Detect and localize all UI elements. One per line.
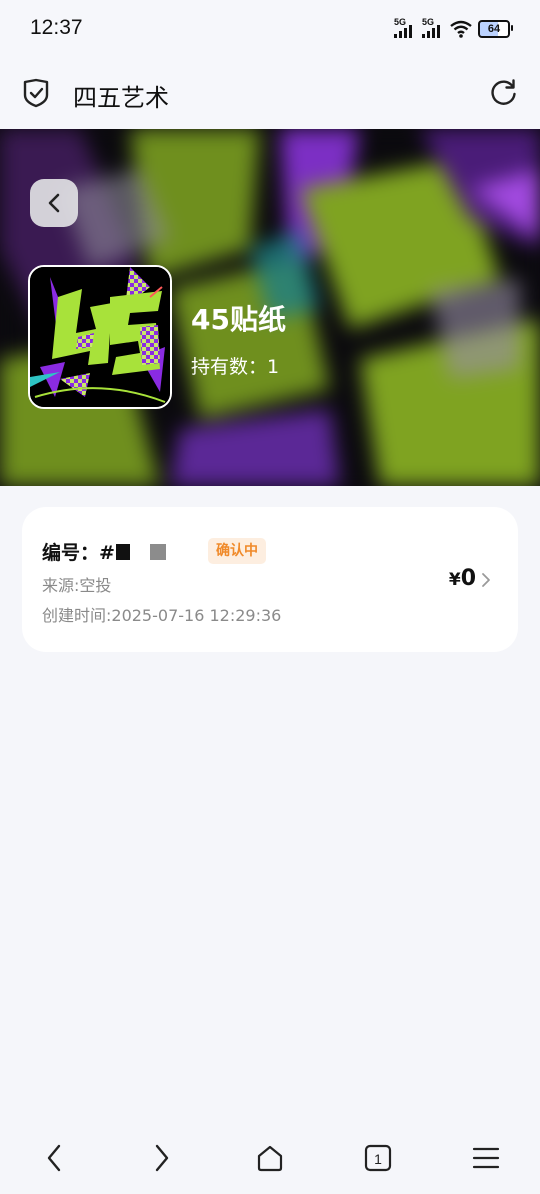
menu-icon [472, 1147, 500, 1169]
status-bar: 12:37 5G 5G 64 [0, 0, 540, 58]
record-price: ¥0 [449, 566, 476, 591]
chevron-right-icon [482, 573, 490, 587]
nav-home-button[interactable] [250, 1138, 290, 1178]
serial-label: 编号：# [42, 542, 115, 564]
serial-number: 编号：# [42, 538, 166, 565]
record-created-time: 创建时间:2025-07-16 12:29:36 [42, 606, 282, 625]
sticker-45-image [30, 267, 170, 407]
holdings-count: 持有数：1 [191, 356, 280, 378]
status-time: 12:37 [30, 16, 83, 39]
nav-tabs-button[interactable]: 1 [358, 1138, 398, 1178]
nav-forward-button[interactable] [142, 1138, 182, 1178]
hero-banner: 45贴纸 持有数：1 [0, 129, 540, 486]
chevron-left-icon [48, 193, 60, 213]
item-thumbnail [28, 265, 172, 409]
redacted-serial [149, 543, 166, 560]
redacted-serial [115, 543, 130, 560]
signal-icon: 5G [394, 18, 416, 40]
chevron-left-icon [47, 1144, 61, 1172]
status-icons: 5G 5G 64 [394, 18, 513, 40]
refresh-icon[interactable] [490, 78, 518, 106]
price-value: 0 [460, 566, 476, 591]
browser-bottom-nav: 1 [0, 1126, 540, 1194]
site-title: 四五艺术 [73, 84, 169, 112]
nav-menu-button[interactable] [466, 1138, 506, 1178]
tab-count: 1 [374, 1151, 382, 1167]
nav-back-button[interactable] [34, 1138, 74, 1178]
battery-icon: 64 [478, 20, 513, 38]
browser-header: 四五艺术 [0, 58, 540, 129]
chevron-right-icon [155, 1144, 169, 1172]
wifi-icon [450, 20, 472, 38]
status-badge: 确认中 [208, 538, 266, 564]
tabs-icon: 1 [364, 1144, 392, 1172]
price-currency: ¥ [448, 570, 461, 590]
item-name: 45贴纸 [191, 303, 286, 336]
home-icon [257, 1145, 283, 1172]
record-card[interactable]: 编号：# 确认中 来源:空投 创建时间:2025-07-16 12:29:36 … [22, 507, 518, 652]
shield-check-icon[interactable] [22, 78, 50, 108]
record-source: 来源:空投 [42, 576, 112, 595]
back-button[interactable] [30, 179, 78, 227]
signal-icon: 5G [422, 18, 444, 40]
battery-level: 64 [487, 23, 501, 35]
